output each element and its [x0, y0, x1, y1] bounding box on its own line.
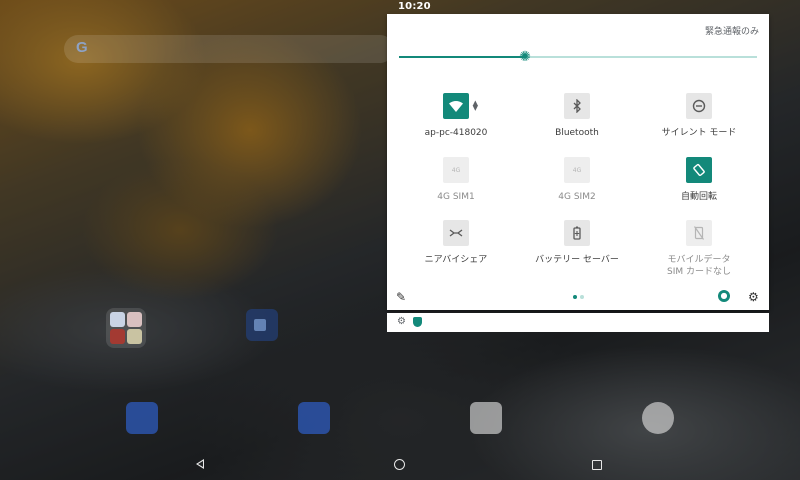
tile-battery-saver[interactable]: バッテリー セーバー: [522, 220, 632, 266]
4g-icon: 4G: [443, 157, 469, 183]
tile-do-not-disturb-label: サイレント モード: [661, 128, 737, 138]
page-dot-active: [573, 295, 577, 299]
tile-nearby-share[interactable]: ニアバイシェア: [401, 220, 511, 266]
shield-icon: [413, 317, 422, 327]
tile-4g-sim1-label: 4G SIM1: [437, 192, 475, 202]
tile-mobile-data-label: モバイルデータ SIM カードなし: [644, 254, 754, 278]
messages-app-icon: [298, 402, 330, 434]
tile-mobile-data[interactable]: モバイルデータ SIM カードなし: [644, 220, 754, 278]
battery-saver-icon: [564, 220, 590, 246]
youtube-app-icon: [110, 329, 125, 344]
chrome-app-icon: [642, 402, 674, 434]
duo-app-icon: [246, 309, 278, 341]
tile-4g-sim1[interactable]: 4G 4G SIM1: [401, 157, 511, 203]
4g-badge-text: 4G: [572, 166, 582, 174]
status-clock: 10:20: [398, 1, 431, 12]
4g-icon: 4G: [564, 157, 590, 183]
page-dot: [580, 295, 584, 299]
gear-icon[interactable]: ⚙: [748, 290, 759, 304]
tile-auto-rotate-label: 自動回転: [680, 192, 717, 202]
brightness-icon[interactable]: ✺: [518, 50, 532, 64]
home-button[interactable]: [394, 459, 405, 470]
tile-bluetooth-label: Bluetooth: [555, 128, 599, 138]
tile-mobile-data-label-line2: SIM カードなし: [667, 267, 731, 277]
tile-wifi-label: ap-pc-418020: [424, 128, 488, 138]
navigation-bar: [0, 448, 800, 480]
google-search-bar: G: [64, 35, 394, 63]
user-icon[interactable]: ●: [718, 290, 730, 302]
emergency-calls-only-label: 緊急通報のみ: [704, 27, 759, 37]
back-button[interactable]: [196, 459, 204, 469]
auto-rotate-icon: [686, 157, 712, 183]
page-indicator: [573, 295, 585, 299]
gear-icon: ⚙: [397, 316, 406, 327]
status-bar: 10:20: [0, 0, 800, 14]
notification-strip[interactable]: ⚙: [387, 313, 769, 332]
tile-battery-saver-label: バッテリー セーバー: [535, 255, 619, 265]
google-g-icon: G: [76, 39, 88, 56]
calendar-app-icon: [470, 402, 502, 434]
tile-nearby-share-label: ニアバイシェア: [424, 255, 488, 265]
google-apps-folder: [106, 308, 146, 348]
tile-do-not-disturb[interactable]: サイレント モード: [644, 93, 754, 139]
brightness-slider-fill[interactable]: [399, 56, 525, 58]
tile-4g-sim2-label: 4G SIM2: [558, 192, 596, 202]
tile-wifi[interactable]: ▲ ▼ ap-pc-418020: [401, 93, 511, 139]
phone-app-icon: [126, 402, 158, 434]
4g-badge-text: 4G: [451, 166, 461, 174]
gmail-app-icon: [127, 312, 142, 327]
do-not-disturb-icon: [686, 93, 712, 119]
bluetooth-icon: [564, 93, 590, 119]
google-app-icon: [110, 312, 125, 327]
tile-auto-rotate[interactable]: 自動回転: [644, 157, 754, 203]
tile-4g-sim2[interactable]: 4G 4G SIM2: [522, 157, 632, 203]
wifi-activity-icon: ▲ ▼: [472, 99, 478, 112]
tile-mobile-data-label-line1: モバイルデータ: [667, 255, 731, 265]
mobile-data-off-icon: [686, 220, 712, 246]
nearby-share-icon: [443, 220, 469, 246]
pencil-icon[interactable]: ✎: [396, 290, 406, 304]
tile-bluetooth[interactable]: Bluetooth: [522, 93, 632, 139]
brightness-slider-track[interactable]: [526, 56, 757, 58]
wifi-icon: ▲ ▼: [443, 93, 478, 119]
quick-settings-panel: 緊急通報のみ ✺ ▲ ▼ ap-pc-418020 Bluetooth サイレント…: [387, 14, 769, 310]
drive-app-icon: [127, 329, 142, 344]
recents-button[interactable]: [592, 460, 602, 470]
